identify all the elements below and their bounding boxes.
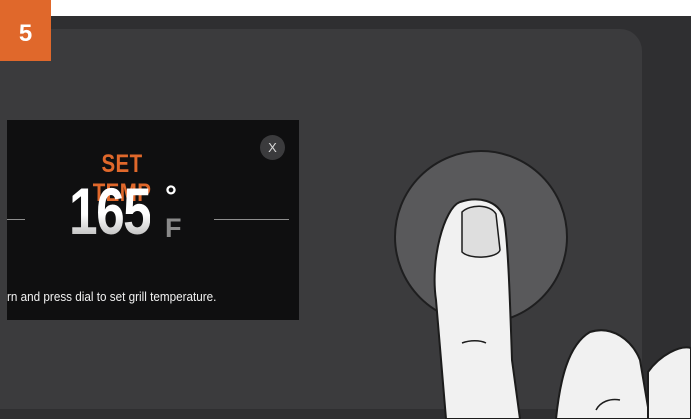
temperature-value: 165	[69, 174, 152, 248]
temperature-unit: F	[165, 213, 182, 243]
controller-display: X SET TEMP 165 ° F rn and press dial to …	[7, 120, 299, 320]
divider-right	[214, 219, 289, 220]
close-icon: X	[268, 140, 277, 155]
control-dial[interactable]	[394, 150, 568, 324]
grill-control-panel: X SET TEMP 165 ° F rn and press dial to …	[0, 16, 691, 419]
close-button[interactable]: X	[260, 135, 285, 160]
divider-left	[7, 219, 25, 220]
step-number-badge: 5	[0, 0, 51, 61]
degree-symbol: °	[165, 180, 177, 213]
instruction-text: rn and press dial to set grill temperatu…	[7, 289, 217, 304]
